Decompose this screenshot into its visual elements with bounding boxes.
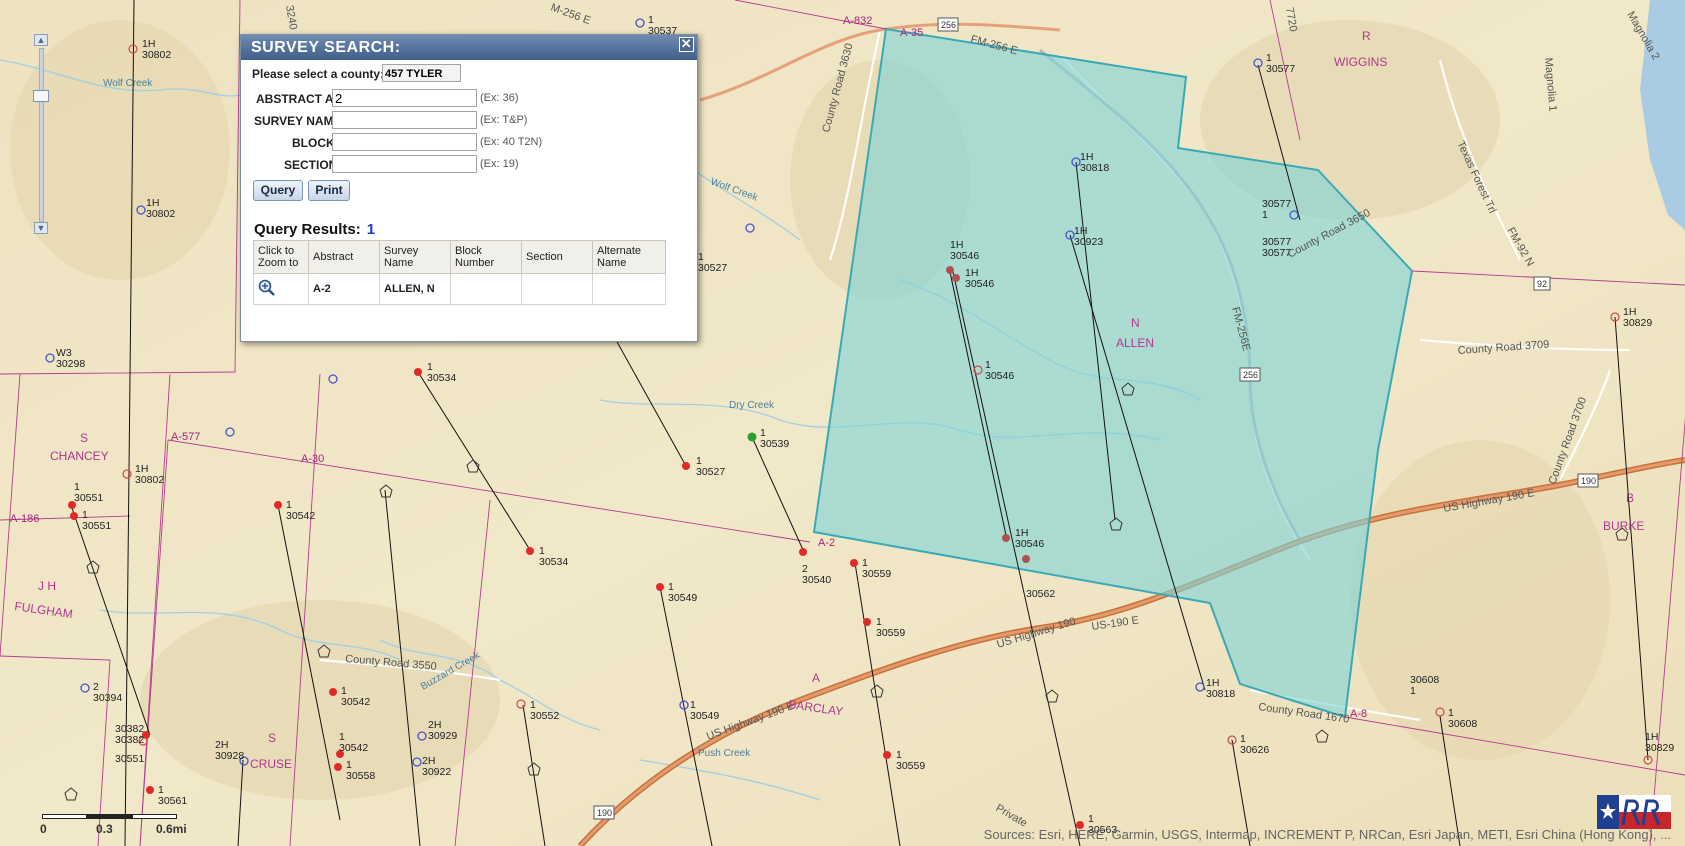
section-label: SECTION bbox=[284, 158, 338, 172]
results-title-text: Query Results: bbox=[254, 221, 361, 238]
label-a577: A-577 bbox=[171, 431, 200, 443]
survey-name-hint: (Ex: T&P) bbox=[480, 114, 528, 126]
scale-label-end: 0.6mi bbox=[156, 822, 187, 836]
scale-label-0: 0 bbox=[40, 822, 47, 836]
label-dry-creek: Dry Creek bbox=[729, 400, 775, 411]
col-header-alternate-name: Alternate Name bbox=[592, 240, 666, 274]
zoom-thumb[interactable] bbox=[33, 90, 49, 102]
col-header-section: Section bbox=[521, 240, 593, 274]
abstract-input[interactable] bbox=[332, 89, 477, 107]
block-hint: (Ex: 40 T2N) bbox=[480, 136, 543, 148]
results-title: Query Results: 1 bbox=[254, 221, 375, 238]
cell-abstract: A-2 bbox=[308, 273, 380, 305]
scale-bar-segment bbox=[42, 814, 87, 819]
county-label: Please select a county: bbox=[252, 67, 385, 81]
label-wiggins-r: R bbox=[1362, 29, 1371, 43]
scale-bar-segment bbox=[87, 814, 132, 819]
cell-block bbox=[450, 273, 522, 305]
col-header-abstract: Abstract bbox=[308, 240, 380, 274]
table-row[interactable]: A-2 ALLEN, N bbox=[253, 273, 666, 305]
cell-alternate-name bbox=[592, 273, 666, 305]
print-button[interactable]: Print bbox=[308, 180, 350, 201]
section-hint: (Ex: 19) bbox=[480, 158, 519, 170]
col-header-survey-name: Survey Name bbox=[379, 240, 451, 274]
label-s-cruse: S bbox=[268, 731, 276, 745]
rrc-logo bbox=[1597, 795, 1671, 829]
label-burke: BURKE bbox=[1603, 519, 1644, 533]
cell-survey-name: ALLEN, N bbox=[379, 273, 451, 305]
well-symbol-green[interactable] bbox=[747, 432, 757, 442]
abstract-label: ABSTRACT A- bbox=[256, 92, 338, 106]
survey-search-dialog: SURVEY SEARCH: ✕ Please select a county:… bbox=[240, 34, 698, 342]
shield-190b-label: 190 bbox=[597, 808, 612, 818]
scale-bar: 0 0.3 0.6mi bbox=[40, 808, 202, 838]
zoom-in-icon[interactable] bbox=[258, 279, 276, 297]
block-input[interactable] bbox=[332, 133, 477, 151]
zoom-cell[interactable] bbox=[253, 273, 309, 305]
close-icon[interactable]: ✕ bbox=[679, 37, 694, 52]
label-wiggins: WIGGINS bbox=[1334, 55, 1387, 69]
abstract-hint: (Ex: 36) bbox=[480, 92, 519, 104]
survey-name-input[interactable] bbox=[332, 111, 477, 129]
col-header-zoom: Click to Zoom to bbox=[253, 240, 309, 274]
scale-bar-segment bbox=[132, 814, 177, 819]
label-a832: A-832 bbox=[843, 15, 872, 27]
label-s-chancey: S bbox=[80, 431, 88, 445]
dialog-titlebar[interactable]: SURVEY SEARCH: ✕ bbox=[241, 35, 697, 60]
label-allen: ALLEN bbox=[1116, 336, 1154, 350]
results-count: 1 bbox=[366, 221, 376, 238]
label-a2: A-2 bbox=[818, 537, 835, 549]
zoom-in-icon[interactable]: ▲ bbox=[34, 34, 48, 46]
label-cruse: CRUSE bbox=[250, 757, 292, 771]
zoom-out-icon[interactable]: ▼ bbox=[34, 222, 48, 234]
map-attribution: Sources: Esri, HERE, Garmin, USGS, Inter… bbox=[983, 827, 1671, 842]
shield-256-label: 256 bbox=[941, 20, 956, 30]
well-label: 30562 bbox=[1026, 588, 1055, 600]
label-b-burke: B bbox=[1626, 491, 1634, 505]
scale-label-mid: 0.3 bbox=[96, 822, 113, 836]
well-label: 30382 30382 bbox=[115, 723, 144, 746]
block-label: BLOCK bbox=[292, 136, 335, 150]
label-a8: A-8 bbox=[1350, 708, 1367, 720]
label-wolf-creek: Wolf Creek bbox=[103, 78, 153, 89]
survey-name-label: SURVEY NAME bbox=[254, 114, 342, 128]
cell-section bbox=[521, 273, 593, 305]
shield-190-label: 190 bbox=[1581, 476, 1596, 486]
label-jh: J H bbox=[38, 579, 56, 593]
county-select-value: 457 TYLER bbox=[385, 68, 443, 80]
label-a30: A-30 bbox=[301, 453, 324, 465]
dialog-title: SURVEY SEARCH: bbox=[251, 39, 401, 56]
well-label: 30577 30577 bbox=[1262, 236, 1291, 259]
results-table: Click to Zoom to Abstract Survey Name Bl… bbox=[253, 240, 666, 305]
col-header-block: Block Number bbox=[450, 240, 522, 274]
county-select[interactable]: 457 TYLER bbox=[382, 64, 461, 82]
label-a-barclay: A bbox=[812, 671, 820, 685]
section-input[interactable] bbox=[332, 155, 477, 173]
well-label: 30551 bbox=[115, 753, 144, 765]
results-header-row: Click to Zoom to Abstract Survey Name Bl… bbox=[253, 240, 666, 274]
query-button[interactable]: Query bbox=[253, 180, 303, 201]
label-a35: A-35 bbox=[900, 27, 923, 39]
shield-256b-label: 256 bbox=[1243, 370, 1258, 380]
zoom-track[interactable] bbox=[39, 48, 44, 222]
label-a186: A-186 bbox=[10, 513, 39, 525]
shield-92-label: 92 bbox=[1537, 279, 1547, 289]
label-n: N bbox=[1131, 316, 1140, 330]
label-push-creek: Push Creek bbox=[698, 748, 751, 759]
zoom-slider[interactable]: ▲ ▼ bbox=[33, 34, 49, 234]
label-chancey: CHANCEY bbox=[50, 449, 109, 463]
